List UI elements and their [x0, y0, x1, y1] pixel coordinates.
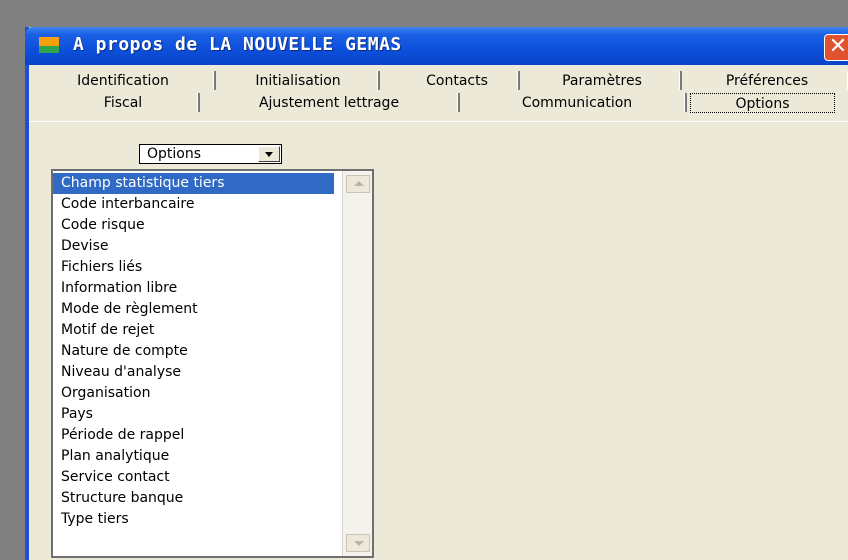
- list-item[interactable]: Plan analytique: [61, 446, 169, 467]
- scroll-up-button[interactable]: [346, 175, 370, 193]
- close-icon: ✕: [828, 34, 848, 59]
- list-item[interactable]: Champ statistique tiers: [53, 173, 334, 194]
- scroll-down-button[interactable]: [346, 534, 370, 552]
- list-item[interactable]: Code interbancaire: [61, 194, 194, 215]
- dropdown-arrow-button[interactable]: [258, 146, 280, 162]
- about-dialog: A propos de LA NOUVELLE GEMAS ✕ Identifi…: [25, 27, 848, 560]
- tab-separator: [457, 93, 460, 112]
- list-item[interactable]: Nature de compte: [61, 341, 188, 362]
- tab-contacts[interactable]: Contacts: [387, 71, 527, 91]
- list-scrollbar[interactable]: [342, 171, 372, 556]
- list-item[interactable]: Motif de rejet: [61, 320, 154, 341]
- list-item[interactable]: Code risque: [61, 215, 145, 236]
- list-item[interactable]: Niveau d'analyse: [61, 362, 181, 383]
- chevron-down-icon: [354, 541, 364, 546]
- list-item[interactable]: Mode de règlement: [61, 299, 198, 320]
- app-icon: [39, 37, 59, 53]
- tab-identification[interactable]: Identification: [43, 71, 203, 91]
- tab-separator: [684, 93, 687, 112]
- window-title: A propos de LA NOUVELLE GEMAS: [73, 34, 402, 55]
- tab-preferences[interactable]: Préférences: [687, 71, 847, 91]
- tab-communication[interactable]: Communication: [467, 93, 687, 113]
- tab-separator: [517, 71, 520, 90]
- list-item[interactable]: Service contact: [61, 467, 170, 488]
- list-item[interactable]: Structure banque: [61, 488, 183, 509]
- chevron-up-icon: [354, 181, 364, 186]
- list-item[interactable]: Devise: [61, 236, 108, 257]
- tab-options[interactable]: Options: [690, 93, 835, 113]
- tab-initialisation[interactable]: Initialisation: [223, 71, 373, 91]
- options-select[interactable]: Options: [139, 144, 282, 164]
- list-item[interactable]: Fichiers liés: [61, 257, 142, 278]
- tab-panel-border: [29, 121, 848, 122]
- list-item[interactable]: Pays: [61, 404, 93, 425]
- options-list[interactable]: Champ statistique tiers Code interbancai…: [51, 169, 374, 558]
- tab-separator: [377, 71, 380, 90]
- list-item[interactable]: Période de rappel: [61, 425, 184, 446]
- list-item[interactable]: Type tiers: [61, 509, 129, 530]
- tab-ajustement-lettrage[interactable]: Ajustement lettrage: [209, 93, 449, 113]
- list-item[interactable]: Information libre: [61, 278, 177, 299]
- title-bar[interactable]: A propos de LA NOUVELLE GEMAS ✕: [25, 27, 848, 65]
- options-select-value: Options: [147, 146, 202, 162]
- close-button[interactable]: ✕: [824, 34, 848, 61]
- chevron-down-icon: [265, 152, 273, 157]
- tab-separator: [679, 71, 682, 90]
- tab-parametres[interactable]: Paramètres: [527, 71, 677, 91]
- list-item[interactable]: Organisation: [61, 383, 150, 404]
- tab-separator: [197, 93, 200, 112]
- tab-separator: [213, 71, 216, 90]
- tab-fiscal[interactable]: Fiscal: [43, 93, 203, 113]
